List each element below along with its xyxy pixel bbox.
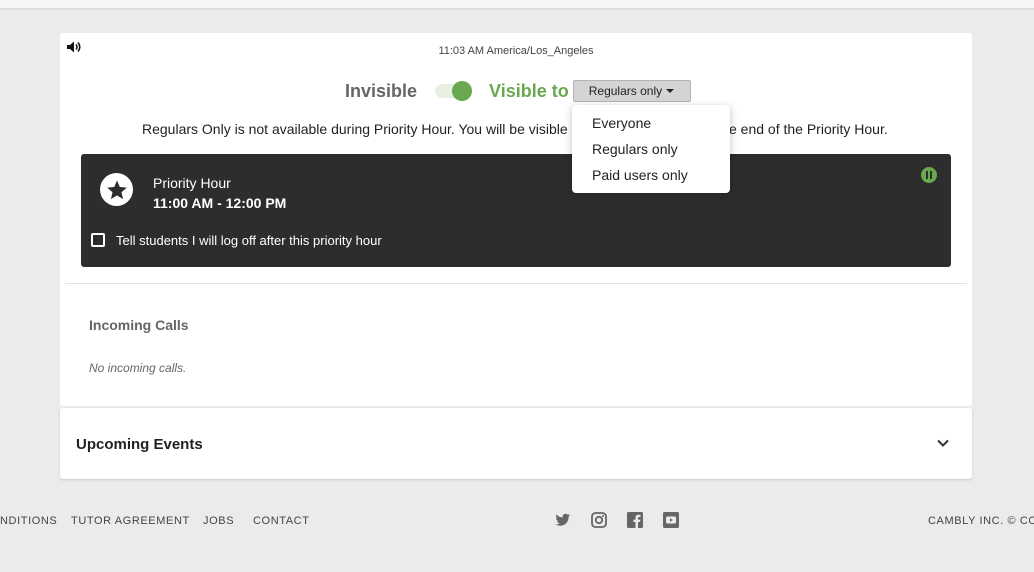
star-icon: [106, 180, 127, 199]
logoff-checkbox[interactable]: [91, 233, 105, 247]
visibility-dropdown-menu: Everyone Regulars only Paid users only: [572, 105, 730, 193]
upcoming-events-panel[interactable]: Upcoming Events: [60, 408, 972, 479]
incoming-calls-title: Incoming Calls: [89, 317, 189, 333]
notice-text-end: e end of the Priority Hour.: [729, 121, 888, 137]
upcoming-events-title: Upcoming Events: [76, 436, 203, 453]
visibility-row: Invisible Visible to Regulars only: [345, 79, 692, 103]
star-badge: [100, 173, 133, 206]
toggle-knob: [452, 81, 473, 101]
footer-link-conditions[interactable]: NDITIONS: [0, 515, 57, 527]
current-time: 11:03 AM America/Los_Angeles: [438, 45, 594, 57]
twitter-icon[interactable]: [555, 512, 571, 528]
youtube-icon[interactable]: [663, 512, 679, 528]
logoff-checkbox-label: Tell students I will log off after this …: [116, 233, 382, 248]
visibility-select[interactable]: Regulars only: [572, 80, 692, 102]
top-strip: [0, 0, 1034, 8]
status-card: 11:03 AM America/Los_Angeles Invisible V…: [60, 33, 972, 406]
dropdown-option-paid-users[interactable]: Paid users only: [592, 167, 688, 183]
caret-down-icon: [666, 89, 675, 93]
dropdown-option-regulars[interactable]: Regulars only: [592, 141, 678, 157]
notice-text-start: Regulars Only is not available during Pr…: [142, 121, 568, 137]
dropdown-option-everyone[interactable]: Everyone: [592, 115, 651, 131]
visible-to-label: Visible to: [489, 80, 569, 101]
invisible-label: Invisible: [345, 80, 418, 101]
priority-hour-time: 11:00 AM - 12:00 PM: [153, 195, 287, 211]
section-divider: [65, 283, 967, 284]
instagram-icon[interactable]: [591, 512, 607, 528]
footer-copyright: CAMBLY INC. © CO: [928, 515, 1034, 527]
footer-link-tutor-agreement[interactable]: TUTOR AGREEMENT: [71, 515, 190, 527]
visibility-toggle[interactable]: [435, 81, 473, 101]
visibility-select-value: Regulars only: [588, 84, 663, 98]
priority-hour-panel: Priority Hour 11:00 AM - 12:00 PM Tell s…: [81, 154, 951, 267]
facebook-icon[interactable]: [627, 512, 643, 528]
priority-hour-title: Priority Hour: [153, 175, 231, 191]
pause-icon[interactable]: [921, 167, 937, 183]
chevron-down-icon[interactable]: [936, 436, 950, 450]
incoming-calls-empty: No incoming calls.: [89, 361, 187, 375]
footer-link-contact[interactable]: CONTACT: [253, 515, 310, 527]
footer-link-jobs[interactable]: JOBS: [203, 515, 234, 527]
top-strip-border: [0, 8, 1034, 10]
